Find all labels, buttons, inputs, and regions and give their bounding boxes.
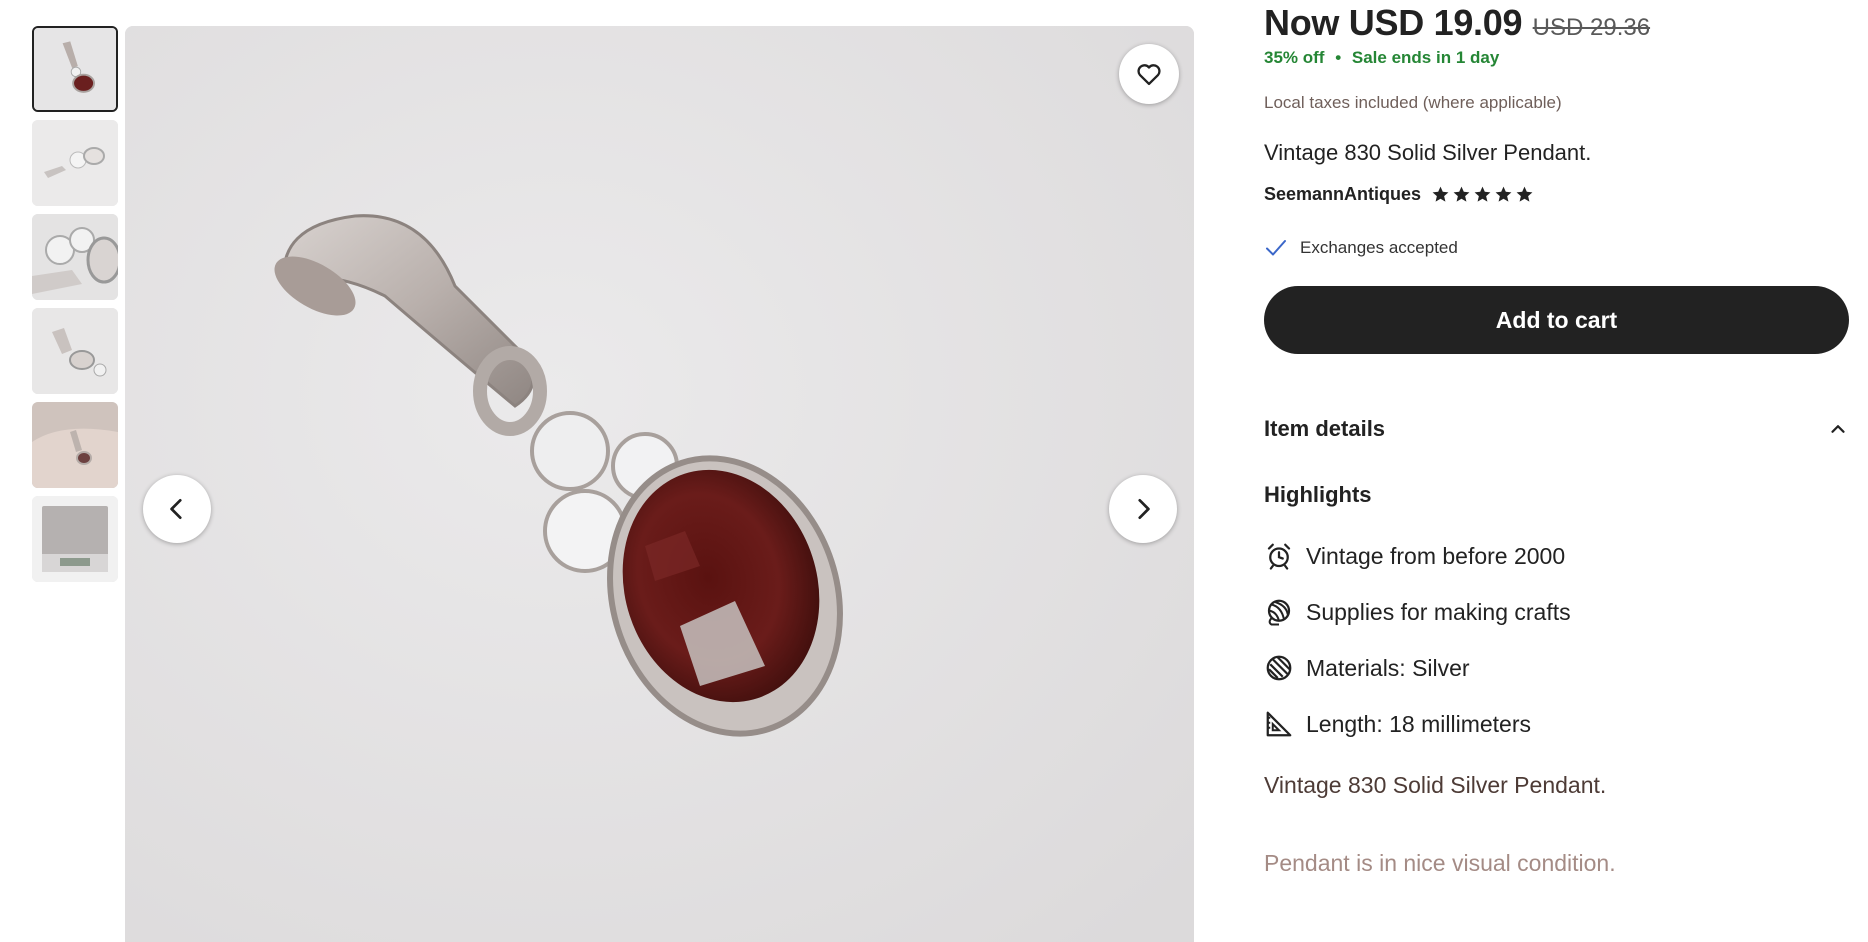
star-icon: [1453, 186, 1470, 202]
taxes-note: Local taxes included (where applicable): [1264, 93, 1562, 112]
shop-name-link[interactable]: SeemannAntiques: [1264, 184, 1421, 205]
star-rating[interactable]: [1431, 185, 1534, 204]
thumbnail-4[interactable]: [32, 308, 118, 394]
favorite-button[interactable]: [1119, 44, 1179, 104]
highlight-item: Length: 18 millimeters: [1264, 696, 1571, 752]
star-icon: [1432, 186, 1449, 202]
yarn-ball-icon: [1267, 599, 1291, 626]
current-price: Now USD 19.09: [1264, 2, 1523, 43]
pendant-photo: [125, 26, 1194, 942]
material-icon: [1266, 655, 1292, 681]
star-icon: [1474, 186, 1491, 202]
ruler-triangle-icon: [1266, 711, 1292, 737]
heart-icon: [1137, 64, 1161, 86]
highlight-item: Materials: Silver: [1264, 640, 1571, 696]
chevron-left-icon: [170, 498, 182, 520]
star-icon: [1495, 186, 1512, 202]
thumbnail-6[interactable]: [32, 496, 118, 582]
discount-text: 35% off: [1264, 48, 1325, 67]
main-product-image: [125, 26, 1194, 942]
highlight-text: Materials: Silver: [1306, 654, 1470, 681]
highlight-item: Supplies for making crafts: [1264, 584, 1571, 640]
item-details-toggle[interactable]: Item details: [1264, 416, 1849, 442]
description-line-1: Vintage 830 Solid Silver Pendant.: [1264, 772, 1607, 798]
thumbnail-1[interactable]: [32, 26, 118, 112]
description-line-2: Pendant is in nice visual condition.: [1264, 850, 1616, 876]
thumbnail-image: [34, 28, 116, 110]
shop-row: SeemannAntiques: [1264, 184, 1534, 205]
highlight-text: Length: 18 millimeters: [1306, 710, 1531, 737]
original-price: USD 29.36: [1532, 14, 1651, 41]
exchanges-text: Exchanges accepted: [1300, 238, 1458, 257]
item-details-heading: Item details: [1264, 416, 1386, 441]
add-to-cart-button[interactable]: Add to cart: [1264, 286, 1849, 354]
checkmark-icon: [1266, 240, 1286, 256]
thumbnail-image: [32, 214, 118, 300]
chevron-up-icon: [1831, 425, 1845, 433]
highlight-item: Vintage from before 2000: [1264, 528, 1571, 584]
star-icon: [1516, 186, 1533, 202]
highlights-list: Vintage from before 2000 Supplies for ma…: [1264, 528, 1571, 752]
chevron-right-icon: [1138, 498, 1150, 520]
thumbnail-3[interactable]: [32, 214, 118, 300]
thumbnail-2[interactable]: [32, 120, 118, 206]
previous-image-button[interactable]: [143, 475, 211, 543]
sale-ends-text: Sale ends in 1 day: [1351, 48, 1500, 67]
highlights-heading: Highlights: [1264, 482, 1372, 507]
alarm-clock-icon: [1267, 543, 1291, 570]
thumbnail-list: [32, 26, 118, 590]
separator-dot: •: [1335, 48, 1342, 67]
product-title: Vintage 830 Solid Silver Pendant.: [1264, 140, 1592, 165]
thumbnail-image: [32, 402, 118, 488]
price-row: Now USD 19.09 USD 29.36: [1264, 2, 1650, 44]
thumbnail-5[interactable]: [32, 402, 118, 488]
sale-info: 35% off • Sale ends in 1 day: [1264, 48, 1499, 68]
exchanges-row: Exchanges accepted: [1264, 236, 1458, 260]
highlight-text: Vintage from before 2000: [1306, 542, 1566, 569]
thumbnail-image: [32, 496, 118, 582]
thumbnail-image: [32, 120, 118, 206]
next-image-button[interactable]: [1109, 475, 1177, 543]
highlight-text: Supplies for making crafts: [1306, 598, 1571, 625]
thumbnail-image: [32, 308, 118, 394]
